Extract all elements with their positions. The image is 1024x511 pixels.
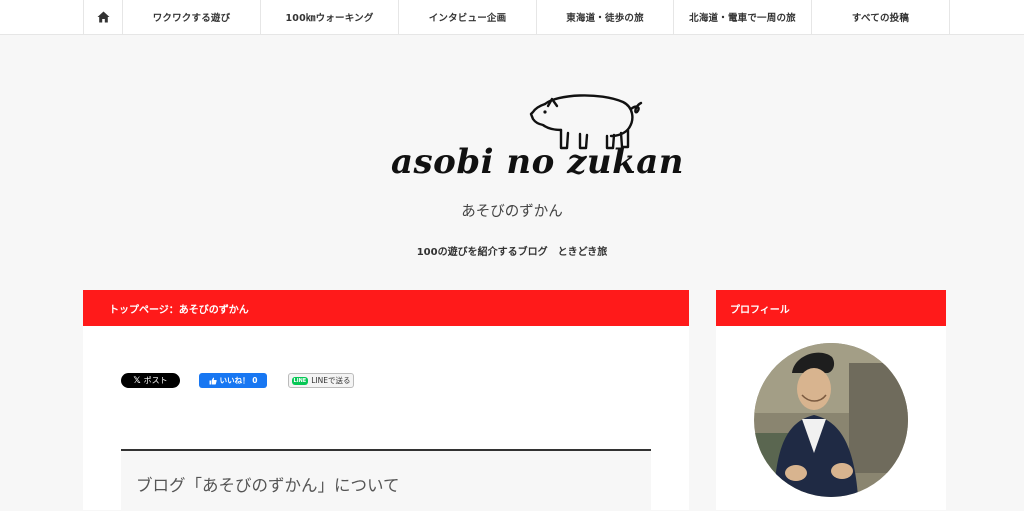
profile-title: プロフィール [730,304,790,316]
facebook-like-label: いいね！ 0 [219,376,258,385]
about-section: ブログ「あそびのずかん」について [121,449,651,511]
facebook-like-button[interactable]: いいね！ 0 [199,373,267,388]
nav-item-asobi[interactable]: ワクワクする遊び [123,0,261,34]
profile-avatar[interactable] [754,343,908,497]
thumbs-up-icon [209,377,217,384]
home-link[interactable] [83,0,123,34]
nav-item-interview[interactable]: インタビュー企画 [399,0,537,34]
line-icon: LINE [291,376,309,385]
home-icon [97,11,109,23]
site-logo[interactable]: asobi no zukan [385,92,683,187]
nav-menu: ワクワクする遊び 100㎞ウォーキング インタビュー企画 東海道・徒歩の旅 北海… [83,0,950,34]
x-post-label: ポスト [143,376,168,385]
nav-item-all-posts[interactable]: すべての投稿 [812,0,950,34]
breadcrumb[interactable]: トップページ：あそびのずかん [83,290,689,326]
profile-photo [754,343,908,497]
nav-item-tokaido[interactable]: 東海道・徒歩の旅 [537,0,674,34]
logo-text: asobi no zukan [391,142,684,182]
top-nav: ワクワクする遊び 100㎞ウォーキング インタビュー企画 東海道・徒歩の旅 北海… [0,0,1024,35]
section-heading: ブログ「あそびのずかん」について [136,476,400,495]
line-share-label: LINEで送る [311,376,351,385]
site-title-jp: あそびのずかん [461,204,563,220]
x-post-button[interactable]: 𝕏 ポスト [121,373,180,388]
breadcrumb-label: トップページ：あそびのずかん [109,304,249,316]
nav-item-walking[interactable]: 100㎞ウォーキング [261,0,399,34]
site-tagline: 100の遊びを紹介するブログ ときどき旅 [416,247,608,258]
x-icon: 𝕏 [133,375,141,386]
profile-widget: プロフィール [716,290,946,510]
line-share-button[interactable]: LINE LINEで送る [288,373,354,388]
main-content-card: トップページ：あそびのずかん 𝕏 ポスト いいね！ 0 LINE LINEで送る… [83,290,689,511]
profile-header: プロフィール [716,290,946,326]
nav-item-hokkaido[interactable]: 北海道・電車で一周の旅 [674,0,812,34]
